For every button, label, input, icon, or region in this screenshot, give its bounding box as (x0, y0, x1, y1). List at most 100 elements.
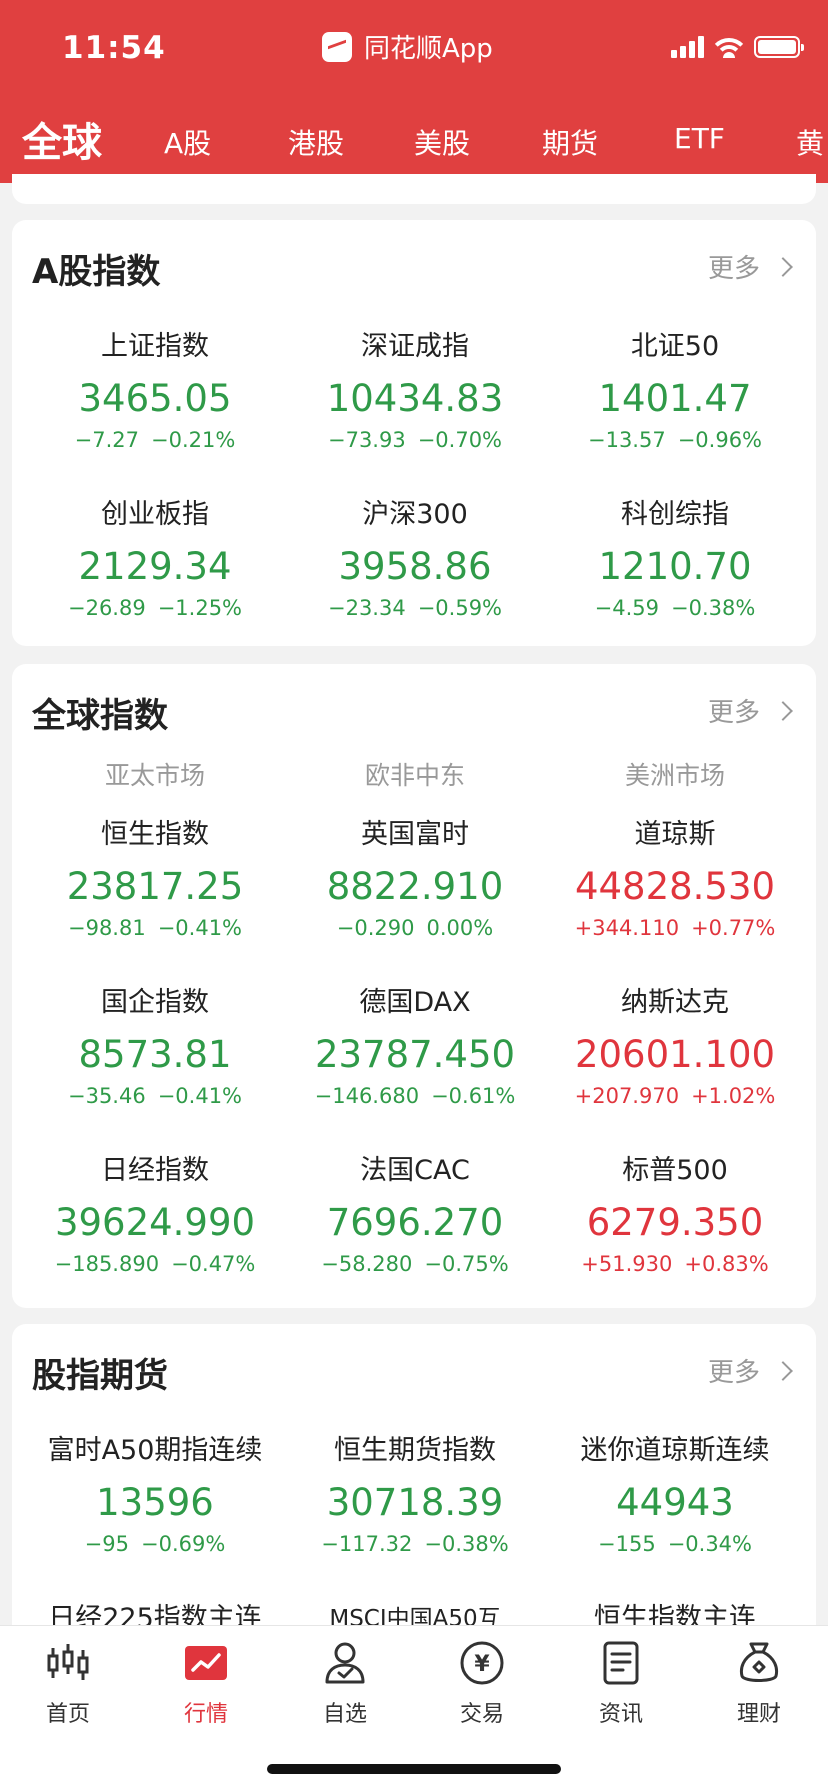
index-change: −185.890 −0.47% (54, 1252, 256, 1276)
index-change: −155 −0.34% (598, 1532, 752, 1556)
index-name: 道琼斯 (634, 819, 716, 850)
index-value: 3465.05 (78, 377, 232, 420)
index-value: 6279.350 (586, 1201, 764, 1244)
index-change: −146.680 −0.61% (314, 1084, 516, 1108)
index-cell[interactable]: 深证成指 10434.83 −73.93 −0.70% (285, 328, 545, 455)
index-cell[interactable]: 沪深300 3958.86 −23.34 −0.59% (285, 496, 545, 623)
tab-etf[interactable]: ETF (674, 122, 725, 155)
index-cell[interactable]: 国企指数 8573.81 −35.46 −0.41% (25, 984, 285, 1111)
index-cell[interactable]: 英国富时 8822.910 −0.290 0.00% (285, 816, 545, 943)
index-cell[interactable]: 科创综指 1210.70 −4.59 −0.38% (545, 496, 805, 623)
index-value: 30718.39 (326, 1481, 504, 1524)
index-value: 8822.910 (326, 865, 504, 908)
nav-home[interactable]: 首页 (18, 1640, 118, 1728)
index-name: 恒生指数主连 (594, 1603, 756, 1626)
index-value: 1210.70 (598, 545, 752, 588)
money-bag-icon (736, 1640, 782, 1686)
tab-futures[interactable]: 期货 (542, 122, 598, 162)
nav-label: 首页 (45, 1702, 90, 1727)
tab-gold[interactable]: 黄 (796, 122, 824, 162)
nav-market[interactable]: 行情 (156, 1640, 256, 1728)
more-link[interactable]: 更多 (707, 248, 793, 285)
a-share-index-card: A股指数 更多 上证指数 3465.05 −7.27 −0.21% 深证成指 10… (12, 220, 816, 646)
nav-news[interactable]: 资讯 (571, 1640, 671, 1728)
nav-watchlist[interactable]: 自选 (295, 1640, 395, 1728)
index-cell[interactable]: 纳斯达克 20601.100 +207.970 +1.02% (545, 984, 805, 1111)
svg-text:¥: ¥ (474, 1652, 490, 1677)
tab-global[interactable]: 全球 (22, 110, 102, 168)
index-change: +344.110 +0.77% (574, 916, 776, 940)
index-change: −73.93 −0.70% (327, 428, 503, 452)
index-name: 法国CAC (360, 1155, 470, 1186)
more-label: 更多 (707, 254, 760, 284)
index-cell[interactable]: 上证指数 3465.05 −7.27 −0.21% (25, 328, 285, 455)
index-value: 23787.450 (314, 1033, 516, 1076)
more-link[interactable]: 更多 (708, 1352, 793, 1389)
top-header: 11:54 同花顺App 全球 A股 港股 美股 期货 ETF 黄 (0, 0, 828, 183)
tab-a-share[interactable]: A股 (164, 122, 211, 162)
index-cell[interactable]: 恒生指数 23817.25 −98.81 −0.41% (25, 816, 285, 943)
tab-hk[interactable]: 港股 (288, 122, 344, 162)
wifi-icon (714, 36, 744, 58)
bottom-tab-bar: 首页 行情 自选 ¥ 交易 资讯 理财 (0, 1625, 828, 1792)
battery-icon (754, 36, 804, 58)
status-time: 11:54 (62, 30, 166, 66)
index-name: 迷你道琼斯连续 (580, 1435, 770, 1466)
index-cell[interactable]: 富时A50期指连续 13596 −95 −0.69% (25, 1432, 285, 1559)
column-header-asia-pacific: 亚太市场 (104, 761, 205, 790)
tab-us[interactable]: 美股 (414, 122, 470, 162)
status-app: 同花顺App (322, 28, 493, 65)
index-cell[interactable]: MSCI中国A50互 (285, 1600, 545, 1626)
index-value: 44943 (616, 1481, 734, 1524)
index-change: −7.27 −0.21% (74, 428, 236, 452)
status-app-name: 同花顺App (364, 34, 493, 64)
index-cell[interactable]: 日经225指数主连 (25, 1600, 285, 1626)
index-value: 44828.530 (574, 865, 776, 908)
index-value: 10434.83 (326, 377, 504, 420)
index-cell[interactable]: 迷你道琼斯连续 44943 −155 −0.34% (545, 1432, 805, 1559)
nav-trade[interactable]: ¥ 交易 (432, 1640, 532, 1728)
index-cell[interactable]: 恒生指数主连 (545, 1600, 805, 1626)
nav-label: 自选 (322, 1702, 367, 1727)
index-cell[interactable]: 创业板指 2129.34 −26.89 −1.25% (25, 496, 285, 623)
nav-label: 行情 (183, 1702, 228, 1727)
index-name: 英国富时 (361, 819, 469, 850)
index-value: 7696.270 (326, 1201, 504, 1244)
index-change: −23.34 −0.59% (327, 596, 503, 620)
more-link[interactable]: 更多 (708, 692, 793, 729)
index-change: −26.89 −1.25% (67, 596, 243, 620)
index-value: 39624.990 (54, 1201, 256, 1244)
app-logo-icon (322, 31, 352, 62)
chevron-right-icon (773, 700, 793, 721)
index-cell[interactable]: 北证50 1401.47 −13.57 −0.96% (545, 328, 805, 455)
index-cell[interactable]: 日经指数 39624.990 −185.890 −0.47% (25, 1152, 285, 1279)
index-change: −98.81 −0.41% (67, 916, 243, 940)
index-name: 日经指数 (101, 1155, 209, 1186)
card-title: 股指期货 (32, 1356, 168, 1396)
user-check-icon (322, 1640, 368, 1686)
home-indicator[interactable] (267, 1764, 561, 1774)
index-cell[interactable]: 标普500 6279.350 +51.930 +0.83% (545, 1152, 805, 1279)
index-name: 富时A50期指连续 (47, 1435, 263, 1466)
nav-wealth[interactable]: 理财 (709, 1640, 809, 1728)
index-value: 8573.81 (78, 1033, 232, 1076)
index-name: 标普500 (622, 1155, 728, 1186)
yuan-coin-icon: ¥ (459, 1640, 505, 1686)
index-name: 上证指数 (101, 331, 209, 362)
index-change: −13.57 −0.96% (587, 428, 763, 452)
index-cell[interactable]: 道琼斯 44828.530 +344.110 +0.77% (545, 816, 805, 943)
index-value: 23817.25 (66, 865, 244, 908)
index-cell[interactable]: 德国DAX 23787.450 −146.680 −0.61% (285, 984, 545, 1111)
index-value: 20601.100 (574, 1033, 776, 1076)
index-cell[interactable]: 恒生期货指数 30718.39 −117.32 −0.38% (285, 1432, 545, 1559)
market-chart-icon (183, 1640, 229, 1686)
index-name: 恒生指数 (101, 819, 209, 850)
index-cell[interactable]: 法国CAC 7696.270 −58.280 −0.75% (285, 1152, 545, 1279)
index-change: −117.32 −0.38% (321, 1532, 509, 1556)
index-name: 恒生期货指数 (334, 1435, 496, 1466)
candlestick-icon (45, 1640, 91, 1686)
index-change: +207.970 +1.02% (574, 1084, 776, 1108)
document-icon (598, 1640, 644, 1686)
index-name: 科创综指 (621, 499, 729, 530)
nav-label: 资讯 (598, 1702, 643, 1727)
